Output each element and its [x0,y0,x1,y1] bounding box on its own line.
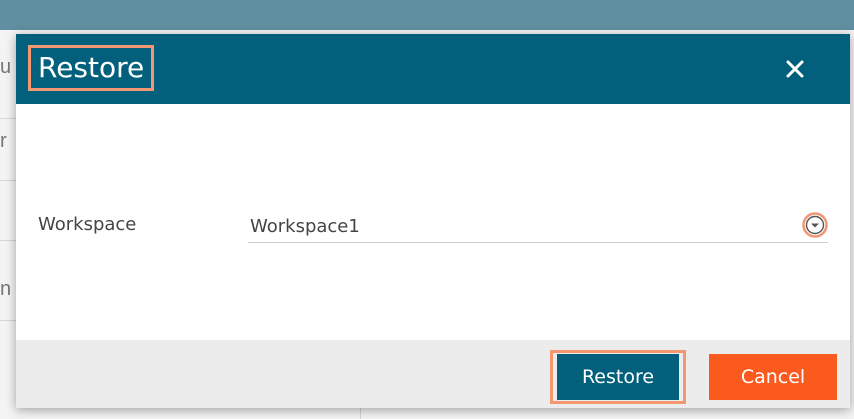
workspace-select-value: Workspace1 [250,216,360,237]
dialog-footer: Restore Cancel [16,340,850,408]
dialog-body: Workspace Workspace1 [16,104,850,340]
close-button[interactable] [780,54,810,84]
workspace-select[interactable]: Workspace1 [248,208,828,243]
background-text-fragment: u [0,56,12,78]
dialog-title: Restore [38,51,145,84]
workspace-label: Workspace [38,214,137,235]
screen: u r n Restore Workspace Workspace1 Resto… [0,0,854,419]
close-icon [786,60,804,78]
cancel-button[interactable]: Cancel [709,354,837,400]
chevron-down-circle-icon[interactable] [802,212,828,238]
restore-dialog: Restore Workspace Workspace1 Restore Can… [16,34,850,408]
dialog-header: Restore [16,34,850,104]
background-text-fragment: r [0,130,7,152]
background-app-header [0,0,854,30]
background-text-fragment: n [0,278,12,300]
restore-button[interactable]: Restore [557,354,679,400]
